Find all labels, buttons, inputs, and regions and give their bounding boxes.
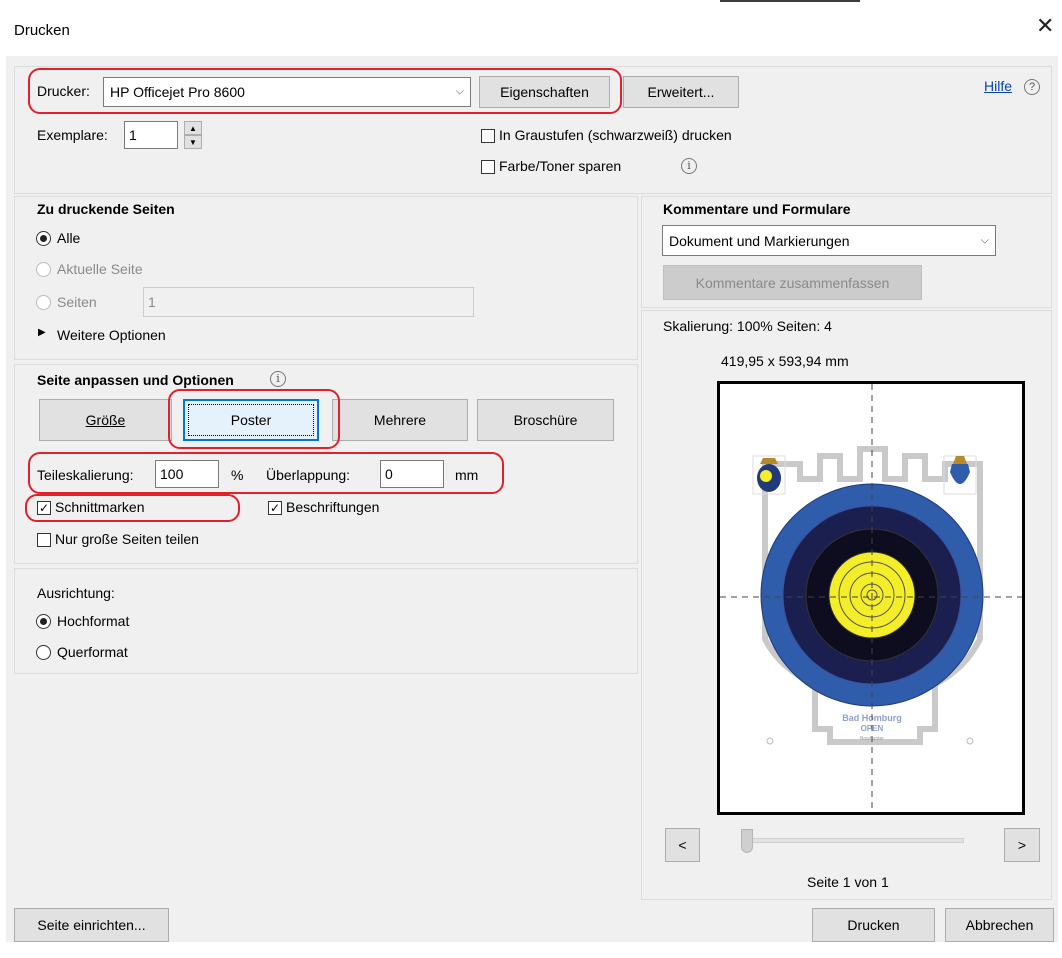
save-toner-checkbox[interactable]	[481, 160, 495, 174]
tab-poster[interactable]: Poster	[183, 399, 319, 441]
page-slider-track[interactable]	[744, 838, 964, 843]
page-slider-thumb[interactable]	[741, 829, 753, 853]
copies-input[interactable]: 1	[124, 121, 178, 149]
printer-select[interactable]: HP Officejet Pro 8600 ⌵	[103, 77, 471, 107]
cut-marks-checkbox[interactable]: ✓	[37, 501, 51, 515]
chevron-down-icon: ⌵	[980, 234, 989, 246]
help-icon[interactable]: ?	[1024, 79, 1040, 95]
overlap-unit: mm	[455, 467, 479, 483]
copies-label: Exemplare:	[37, 127, 108, 143]
grayscale-checkbox[interactable]	[481, 129, 495, 143]
radio-pages-label: Seiten	[57, 294, 97, 310]
comments-select-value: Dokument und Markierungen	[669, 232, 850, 249]
copies-down-button[interactable]: ▼	[184, 135, 202, 149]
pages-heading: Zu druckende Seiten	[37, 201, 175, 217]
titlebar-accent-line	[720, 0, 860, 2]
prev-page-button[interactable]: <	[665, 828, 700, 862]
summarize-comments-button[interactable]: Kommentare zusammenfassen	[663, 265, 922, 300]
pages-range-input[interactable]: 1	[143, 287, 474, 317]
overlap-label: Überlappung:	[266, 467, 351, 483]
orientation-heading: Ausrichtung:	[37, 585, 115, 601]
save-toner-label: Farbe/Toner sparen	[499, 158, 622, 174]
printer-select-value: HP Officejet Pro 8600	[110, 84, 245, 100]
page-setup-button[interactable]: Seite einrichten...	[14, 908, 169, 942]
properties-button[interactable]: Eigenschaften	[479, 76, 610, 108]
printer-label: Drucker:	[37, 83, 90, 99]
comments-heading: Kommentare und Formulare	[663, 201, 851, 217]
window-title: Drucken	[14, 22, 70, 39]
tile-scale-unit: %	[231, 467, 244, 483]
preview-scaling-text: Skalierung: 100% Seiten: 4	[663, 318, 832, 334]
cancel-button[interactable]: Abbrechen	[945, 908, 1054, 942]
next-page-button[interactable]: >	[1004, 828, 1040, 862]
print-button[interactable]: Drucken	[812, 908, 935, 942]
radio-portrait-label: Hochformat	[57, 613, 130, 629]
more-options-link[interactable]: Weitere Optionen	[57, 327, 166, 343]
radio-all-label: Alle	[57, 230, 81, 246]
labels-label: Beschriftungen	[286, 499, 380, 515]
page-counter: Seite 1 von 1	[807, 874, 889, 890]
tile-scale-label: Teileskalierung:	[37, 467, 134, 483]
page-preview: Bad Homburg OPEN Bowhunter	[717, 381, 1025, 815]
grayscale-label: In Graustufen (schwarzweiß) drucken	[499, 127, 732, 143]
cut-marks-label: Schnittmarken	[55, 499, 145, 515]
close-icon[interactable]: ✕	[1036, 15, 1054, 37]
radio-current-page[interactable]	[36, 262, 51, 277]
tab-booklet[interactable]: Broschüre	[477, 399, 614, 441]
radio-landscape-label: Querformat	[57, 644, 128, 660]
preview-size-text: 419,95 x 593,94 mm	[721, 353, 849, 369]
tab-multiple[interactable]: Mehrere	[332, 399, 468, 441]
copies-up-button[interactable]: ▲	[184, 121, 202, 135]
help-link[interactable]: Hilfe	[984, 78, 1012, 94]
radio-all[interactable]	[36, 231, 51, 246]
page-sizing-heading: Seite anpassen und Optionen	[37, 372, 234, 388]
radio-pages[interactable]	[36, 295, 51, 310]
chevron-down-icon: ⌵	[455, 85, 464, 98]
poster-preview-image: Bad Homburg OPEN Bowhunter	[720, 384, 1022, 812]
info-icon[interactable]: i	[270, 371, 286, 387]
large-pages-checkbox[interactable]	[37, 533, 51, 547]
radio-portrait[interactable]	[36, 614, 51, 629]
labels-checkbox[interactable]: ✓	[268, 501, 282, 515]
expand-triangle-icon[interactable]: ▶	[38, 327, 46, 338]
comments-select[interactable]: Dokument und Markierungen ⌵	[662, 225, 996, 256]
radio-current-page-label: Aktuelle Seite	[57, 261, 143, 277]
radio-landscape[interactable]	[36, 645, 51, 660]
overlap-input[interactable]: 0	[380, 460, 444, 488]
tab-size[interactable]: Größe	[39, 399, 172, 441]
info-icon[interactable]: i	[681, 158, 697, 174]
advanced-button[interactable]: Erweitert...	[623, 76, 739, 108]
large-pages-label: Nur große Seiten teilen	[55, 531, 199, 547]
tile-scale-input[interactable]: 100	[155, 460, 219, 488]
